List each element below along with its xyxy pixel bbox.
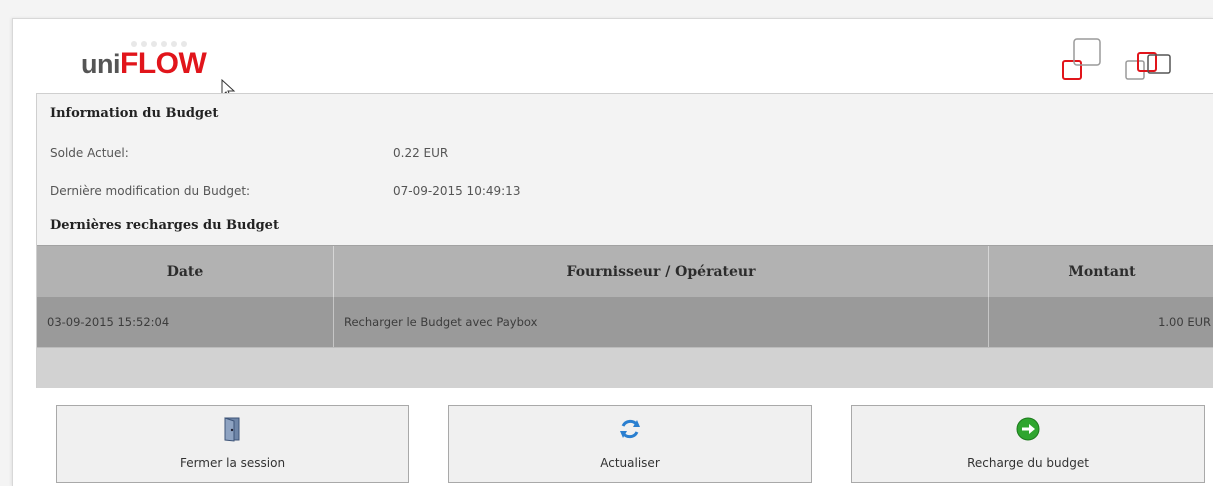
refresh-button[interactable]: Actualiser bbox=[448, 405, 812, 483]
refresh-arrows-icon bbox=[620, 419, 640, 439]
last-modified-label: Dernière modification du Budget: bbox=[50, 184, 251, 198]
column-header-date[interactable]: Date bbox=[37, 246, 334, 298]
cell-date: 03-09-2015 15:52:04 bbox=[37, 297, 334, 347]
header: uniFLOW bbox=[13, 19, 1213, 100]
balance-value: 0.22 EUR bbox=[393, 146, 449, 160]
cell-provider: Recharger le Budget avec Paybox bbox=[334, 297, 989, 347]
logout-button-label: Fermer la session bbox=[179, 456, 286, 470]
logo-brand: FLOW bbox=[120, 47, 207, 80]
recharges-table-header: Date Fournisseur / Opérateur Montant bbox=[37, 245, 1213, 298]
cell-amount: 1.00 EUR bbox=[1158, 315, 1211, 329]
logo-prefix: uni bbox=[81, 49, 121, 79]
uniflow-logo: uniFLOW bbox=[81, 47, 207, 81]
balance-label: Solde Actuel: bbox=[50, 146, 129, 160]
main-panel: uniFLOW Information du Budget Solde Actu… bbox=[12, 18, 1213, 486]
budget-info-panel: Information du Budget Solde Actuel: 0.22… bbox=[36, 93, 1213, 388]
budget-info-title: Information du Budget bbox=[50, 106, 219, 121]
recharge-button[interactable]: Recharge du budget bbox=[851, 405, 1205, 483]
table-row[interactable]: 03-09-2015 15:52:04 Recharger le Budget … bbox=[37, 297, 1213, 347]
column-header-provider[interactable]: Fournisseur / Opérateur bbox=[334, 246, 989, 298]
recharge-button-label: Recharge du budget bbox=[967, 456, 1089, 470]
recharges-title: Dernières recharges du Budget bbox=[50, 218, 279, 233]
refresh-button-label: Actualiser bbox=[600, 456, 660, 470]
green-arrow-circle-icon bbox=[1016, 417, 1040, 441]
column-header-amount[interactable]: Montant bbox=[989, 246, 1213, 298]
last-modified-value: 07-09-2015 10:49:13 bbox=[393, 184, 521, 198]
table-footer bbox=[37, 347, 1213, 388]
door-exit-icon bbox=[224, 417, 239, 442]
logout-button[interactable]: Fermer la session bbox=[56, 405, 409, 483]
brand-squares-icon bbox=[1062, 38, 1171, 80]
